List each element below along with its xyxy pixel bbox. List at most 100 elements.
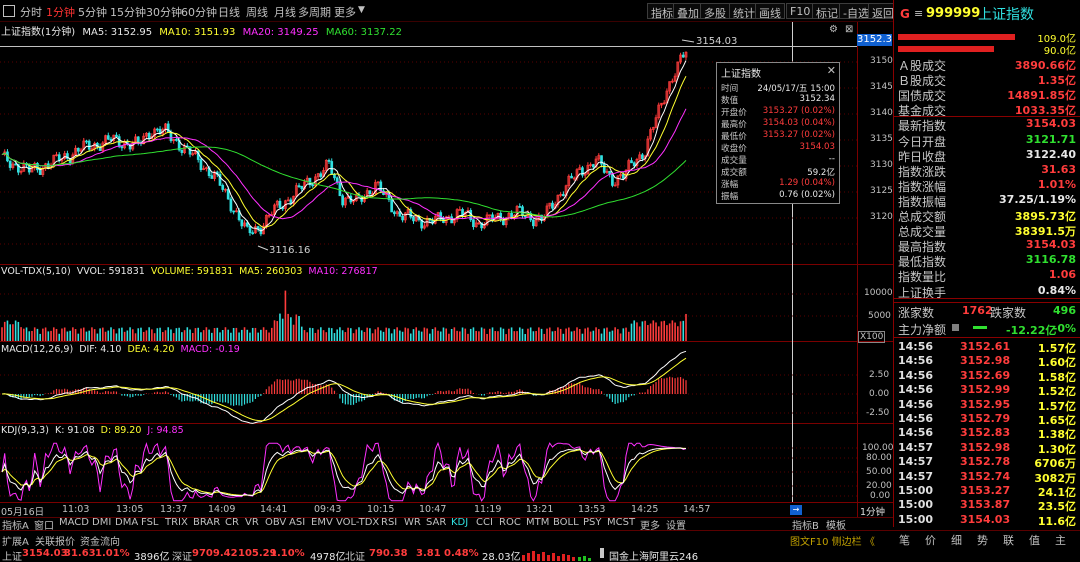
low-price-label: 3116.16 xyxy=(269,245,311,256)
tooltip-close-icon[interactable]: ✕ xyxy=(827,64,836,77)
tab-boll[interactable]: BOLL xyxy=(553,517,579,530)
volume-bar xyxy=(224,327,227,341)
side-tab[interactable]: 笔 xyxy=(899,532,910,548)
kdj-indicator-label[interactable]: KDJ(9,3,3) xyxy=(1,425,49,436)
side-tab[interactable]: 联 xyxy=(1003,532,1014,548)
bz-price: 790.38 xyxy=(369,548,408,559)
tab-cci[interactable]: CCI xyxy=(476,517,493,530)
side-tab[interactable]: 价 xyxy=(925,532,936,548)
sidebar-toggle[interactable]: 图文F10 侧边栏 《 xyxy=(790,533,875,548)
volume-bar xyxy=(641,321,644,341)
tab-vr[interactable]: VR xyxy=(245,517,259,530)
tab-fenshi[interactable]: 分时 xyxy=(20,4,42,20)
tab-more-indicators[interactable]: 更多 xyxy=(640,517,660,532)
settings-gear-icon[interactable]: ⚙ xyxy=(829,24,838,35)
tab-mtm[interactable]: MTM xyxy=(526,517,549,530)
volume-indicator-label[interactable]: VOL-TDX(5,10) xyxy=(1,266,71,277)
tab-template[interactable]: 模板 xyxy=(826,517,846,532)
tab-fsl[interactable]: FSL xyxy=(141,517,159,530)
low-marker xyxy=(257,245,269,251)
tab-related-quotes[interactable]: 关联报价 xyxy=(35,533,75,548)
tab-weekly[interactable]: 周线 xyxy=(246,4,268,20)
chevron-down-icon[interactable]: ▼ xyxy=(358,5,365,15)
tab-15min[interactable]: 15分钟 xyxy=(110,4,146,20)
volume-bar xyxy=(535,331,537,341)
tab-indicator-a[interactable]: 指标A xyxy=(2,517,29,532)
tab-dma[interactable]: DMA xyxy=(115,517,138,530)
time-label: 13:53 xyxy=(578,504,606,515)
tab-emv[interactable]: EMV xyxy=(311,517,333,530)
tab-extension-a[interactable]: 扩展A xyxy=(2,533,29,548)
volume-bar xyxy=(102,327,104,341)
tick-time: 14:56 xyxy=(898,426,934,440)
price-tick: 3150 xyxy=(870,56,893,66)
ma10-line xyxy=(1,75,687,229)
overlay-button[interactable]: 叠加 xyxy=(673,3,703,20)
divider xyxy=(894,302,1080,303)
macd-tick: -2.50 xyxy=(866,408,890,418)
tab-mcst[interactable]: MCST xyxy=(607,517,635,530)
mark-button[interactable]: 标记 xyxy=(812,3,842,20)
volume-bar xyxy=(630,323,633,341)
tab-1min[interactable]: 1分钟 xyxy=(46,4,75,20)
side-tab[interactable]: 细 xyxy=(951,532,962,548)
inflow-bar xyxy=(898,46,994,52)
multi-stock-button[interactable]: 多股 xyxy=(700,3,730,20)
volume-bar xyxy=(371,333,374,341)
side-tab[interactable]: 值 xyxy=(1029,532,1040,548)
tab-trix[interactable]: TRIX xyxy=(165,517,188,530)
tab-60min[interactable]: 60分钟 xyxy=(181,4,217,20)
stat-row: 最低指数 3116.78 xyxy=(898,253,1080,269)
tab-dmi[interactable]: DMI xyxy=(92,517,111,530)
tab-rsi[interactable]: RSI xyxy=(381,517,397,530)
tab-daily[interactable]: 日线 xyxy=(218,4,240,20)
volume-bar xyxy=(516,331,518,341)
sz-label: 深证 xyxy=(172,552,192,562)
volume-bar xyxy=(142,331,145,341)
volume-bar xyxy=(167,327,170,341)
tab-asi[interactable]: ASI xyxy=(289,517,305,530)
tab-5min[interactable]: 5分钟 xyxy=(78,4,107,20)
tab-fund-flow[interactable]: 资金流向 xyxy=(80,533,120,548)
tab-sar[interactable]: SAR xyxy=(426,517,446,530)
high-price-label: 3154.03 xyxy=(696,36,738,47)
time-label: 05月16日 xyxy=(1,507,45,518)
close-icon[interactable]: ⊠ xyxy=(845,24,853,35)
side-tab[interactable]: 主 xyxy=(1055,532,1066,548)
tab-macd[interactable]: MACD xyxy=(59,517,89,530)
candle-body xyxy=(221,185,225,190)
tab-roc[interactable]: ROC xyxy=(499,517,521,530)
tab-cr[interactable]: CR xyxy=(225,517,239,530)
volume-bar xyxy=(657,326,660,341)
volume-bar xyxy=(251,327,254,341)
tab-settings[interactable]: 设置 xyxy=(666,517,686,532)
volume-bar xyxy=(358,327,360,341)
broker-server[interactable]: 国金上海阿里云246 xyxy=(609,548,698,562)
tab-vol-tdx[interactable]: VOL-TDX xyxy=(336,517,379,530)
grid-icon[interactable] xyxy=(3,5,15,17)
tab-brar[interactable]: BRAR xyxy=(193,517,220,530)
period-label[interactable]: 1分钟 xyxy=(860,504,885,518)
tab-psy[interactable]: PSY xyxy=(583,517,602,530)
volume-bar xyxy=(644,320,646,341)
tab-more[interactable]: 更多 xyxy=(334,4,356,20)
menu-icon[interactable]: ≡ xyxy=(914,7,923,20)
candle-body xyxy=(8,160,12,168)
tab-window[interactable]: 窗口 xyxy=(34,517,54,532)
tab-multi-period[interactable]: 多周期 xyxy=(298,4,331,20)
sz-pct: 1.10% xyxy=(270,548,305,559)
side-tab[interactable]: 势 xyxy=(977,532,988,548)
macd-indicator-label[interactable]: MACD(12,26,9) xyxy=(1,344,73,355)
draw-line-button[interactable]: 画线 xyxy=(755,3,785,20)
divider xyxy=(894,337,1080,338)
tab-obv[interactable]: OBV xyxy=(265,517,286,530)
tab-kdj[interactable]: KDJ xyxy=(451,517,468,530)
f10-button[interactable]: F10 xyxy=(786,3,815,19)
tab-indicator-b[interactable]: 指标B xyxy=(792,517,819,532)
tab-wr[interactable]: WR xyxy=(404,517,421,530)
volume-bar xyxy=(213,328,216,341)
tab-30min[interactable]: 30分钟 xyxy=(146,4,182,20)
tab-monthly[interactable]: 月线 xyxy=(274,4,296,20)
stat-row: 总成交量 38391.5万 xyxy=(898,223,1080,239)
volume-tick: 10000 xyxy=(864,288,893,298)
